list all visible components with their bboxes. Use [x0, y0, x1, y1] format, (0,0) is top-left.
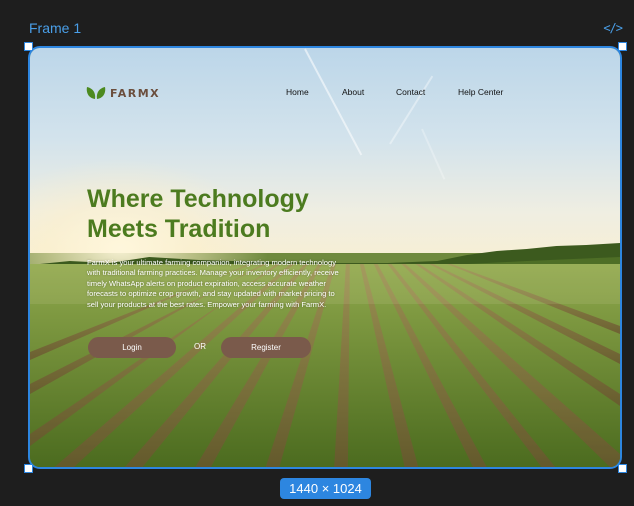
design-frame[interactable]: FARMX Home About Contact Help Center Whe… — [28, 46, 622, 469]
nav-contact[interactable]: Contact — [396, 87, 425, 97]
nav-help-center[interactable]: Help Center — [458, 87, 503, 97]
nav-home[interactable]: Home — [286, 87, 309, 97]
resize-handle-bottom-left[interactable] — [24, 464, 33, 473]
login-button[interactable]: Login — [88, 337, 176, 358]
code-view-icon[interactable]: </> — [603, 21, 623, 35]
hero-title-line-2: Meets Tradition — [87, 215, 271, 243]
frame-size-badge: 1440 × 1024 — [280, 478, 371, 499]
register-button[interactable]: Register — [221, 337, 311, 358]
hero-description: FarmX is your ultimate farming companion… — [87, 258, 339, 309]
resize-handle-top-right[interactable] — [618, 42, 627, 51]
leaf-icon — [86, 87, 106, 99]
resize-handle-top-left[interactable] — [24, 42, 33, 51]
resize-handle-bottom-right[interactable] — [618, 464, 627, 473]
hero-title: Where Technology Meets Tradition — [87, 184, 387, 244]
frame-label[interactable]: Frame 1 — [29, 20, 81, 36]
or-separator: OR — [194, 342, 206, 351]
brand-logo[interactable]: FARMX — [86, 86, 160, 100]
brand-name: FARMX — [110, 86, 161, 100]
hero-title-line-1: Where Technology — [87, 185, 309, 213]
nav-about[interactable]: About — [342, 87, 364, 97]
